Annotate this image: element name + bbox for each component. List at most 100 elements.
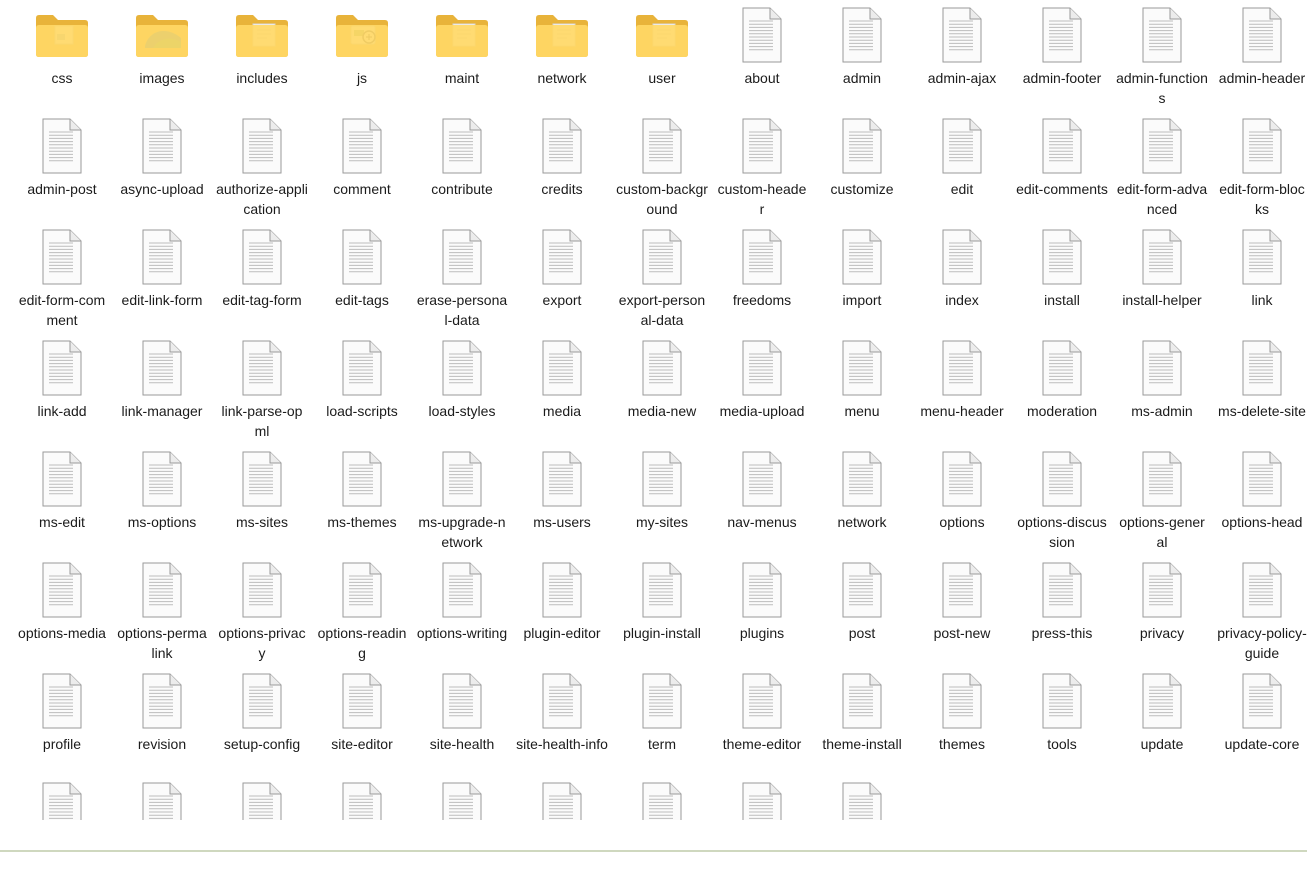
- file-item[interactable]: admin-footer: [1012, 0, 1112, 111]
- folder-item[interactable]: includes: [212, 0, 312, 111]
- file-item[interactable]: update-core: [1212, 666, 1307, 777]
- file-item[interactable]: options-general: [1112, 444, 1212, 555]
- file-item[interactable]: edit-tags: [312, 222, 412, 333]
- file-item[interactable]: export-personal-data: [612, 222, 712, 333]
- file-item[interactable]: load-styles: [412, 333, 512, 444]
- file-item[interactable]: customize: [812, 111, 912, 222]
- file-item[interactable]: ms-sites: [212, 444, 312, 555]
- file-item[interactable]: options-writing: [412, 555, 512, 666]
- file-item[interactable]: my-sites: [612, 444, 712, 555]
- file-item[interactable]: plugins: [712, 555, 812, 666]
- file-item[interactable]: edit-form-advanced: [1112, 111, 1212, 222]
- file-item[interactable]: ms-users: [512, 444, 612, 555]
- file-item[interactable]: ms-edit: [12, 444, 112, 555]
- file-item[interactable]: admin-header: [1212, 0, 1307, 111]
- file-item[interactable]: edit-link-form: [112, 222, 212, 333]
- file-item[interactable]: post-new: [912, 555, 1012, 666]
- file-item[interactable]: edit-comments: [1012, 111, 1112, 222]
- file-item[interactable]: press-this: [1012, 555, 1112, 666]
- file-item[interactable]: import: [812, 222, 912, 333]
- item-label: import: [842, 292, 882, 308]
- file-item[interactable]: update: [1112, 666, 1212, 777]
- folder-item[interactable]: maint: [412, 0, 512, 111]
- document-file-icon: [532, 339, 592, 397]
- file-item[interactable]: ms-upgrade-network: [412, 444, 512, 555]
- file-item[interactable]: options-media: [12, 555, 112, 666]
- file-item[interactable]: privacy-policy-guide: [1212, 555, 1307, 666]
- file-item[interactable]: edit-tag-form: [212, 222, 312, 333]
- file-item[interactable]: install-helper: [1112, 222, 1212, 333]
- folder-item[interactable]: user: [612, 0, 712, 111]
- file-item[interactable]: privacy: [1112, 555, 1212, 666]
- file-item[interactable]: load-scripts: [312, 333, 412, 444]
- file-item[interactable]: custom-background: [612, 111, 712, 222]
- document-file-icon: [432, 450, 492, 508]
- file-item[interactable]: moderation: [1012, 333, 1112, 444]
- file-item[interactable]: plugin-install: [612, 555, 712, 666]
- folder-item[interactable]: network: [512, 0, 612, 111]
- file-item[interactable]: site-health-info: [512, 666, 612, 777]
- file-item[interactable]: tools: [1012, 666, 1112, 777]
- file-item[interactable]: link-parse-opml: [212, 333, 312, 444]
- folder-item[interactable]: images: [112, 0, 212, 111]
- file-item[interactable]: about: [712, 0, 812, 111]
- folder-item[interactable]: js: [312, 0, 412, 111]
- file-item[interactable]: options-head: [1212, 444, 1307, 555]
- file-item[interactable]: term: [612, 666, 712, 777]
- file-item[interactable]: index: [912, 222, 1012, 333]
- file-item[interactable]: admin-functions: [1112, 0, 1212, 111]
- file-item[interactable]: setup-config: [212, 666, 312, 777]
- file-item[interactable]: link: [1212, 222, 1307, 333]
- folder-icon: [332, 6, 392, 64]
- file-item[interactable]: site-health: [412, 666, 512, 777]
- file-item[interactable]: custom-header: [712, 111, 812, 222]
- file-item[interactable]: menu-header: [912, 333, 1012, 444]
- file-item[interactable]: media-new: [612, 333, 712, 444]
- file-item[interactable]: media-upload: [712, 333, 812, 444]
- file-item[interactable]: admin: [812, 0, 912, 111]
- file-item[interactable]: install: [1012, 222, 1112, 333]
- file-item[interactable]: plugin-editor: [512, 555, 612, 666]
- file-item[interactable]: revision: [112, 666, 212, 777]
- file-item[interactable]: options-privacy: [212, 555, 312, 666]
- file-item[interactable]: options-reading: [312, 555, 412, 666]
- file-item[interactable]: export: [512, 222, 612, 333]
- file-item[interactable]: options-permalink: [112, 555, 212, 666]
- file-item[interactable]: edit: [912, 111, 1012, 222]
- file-item[interactable]: edit-form-blocks: [1212, 111, 1307, 222]
- file-item[interactable]: network: [812, 444, 912, 555]
- file-item[interactable]: erase-personal-data: [412, 222, 512, 333]
- file-item[interactable]: theme-install: [812, 666, 912, 777]
- file-item[interactable]: theme-editor: [712, 666, 812, 777]
- item-label: authorize-application: [216, 181, 308, 217]
- file-item[interactable]: authorize-application: [212, 111, 312, 222]
- file-item[interactable]: comment: [312, 111, 412, 222]
- item-label: ms-delete-site: [1218, 403, 1306, 419]
- file-item[interactable]: ms-options: [112, 444, 212, 555]
- file-item[interactable]: admin-ajax: [912, 0, 1012, 111]
- file-item[interactable]: credits: [512, 111, 612, 222]
- folder-item[interactable]: css: [12, 0, 112, 111]
- document-file-icon: [532, 561, 592, 619]
- file-item[interactable]: freedoms: [712, 222, 812, 333]
- file-item[interactable]: edit-form-comment: [12, 222, 112, 333]
- document-file-icon: [32, 450, 92, 508]
- file-item[interactable]: link-manager: [112, 333, 212, 444]
- item-label: admin: [842, 70, 882, 86]
- file-item[interactable]: post: [812, 555, 912, 666]
- file-item[interactable]: nav-menus: [712, 444, 812, 555]
- file-item[interactable]: ms-themes: [312, 444, 412, 555]
- file-item[interactable]: link-add: [12, 333, 112, 444]
- file-item[interactable]: options: [912, 444, 1012, 555]
- file-item[interactable]: profile: [12, 666, 112, 777]
- file-item[interactable]: ms-admin: [1112, 333, 1212, 444]
- file-item[interactable]: contribute: [412, 111, 512, 222]
- file-item[interactable]: site-editor: [312, 666, 412, 777]
- file-item[interactable]: themes: [912, 666, 1012, 777]
- file-item[interactable]: admin-post: [12, 111, 112, 222]
- file-item[interactable]: media: [512, 333, 612, 444]
- file-item[interactable]: options-discussion: [1012, 444, 1112, 555]
- file-item[interactable]: async-upload: [112, 111, 212, 222]
- file-item[interactable]: ms-delete-site: [1212, 333, 1307, 444]
- file-item[interactable]: menu: [812, 333, 912, 444]
